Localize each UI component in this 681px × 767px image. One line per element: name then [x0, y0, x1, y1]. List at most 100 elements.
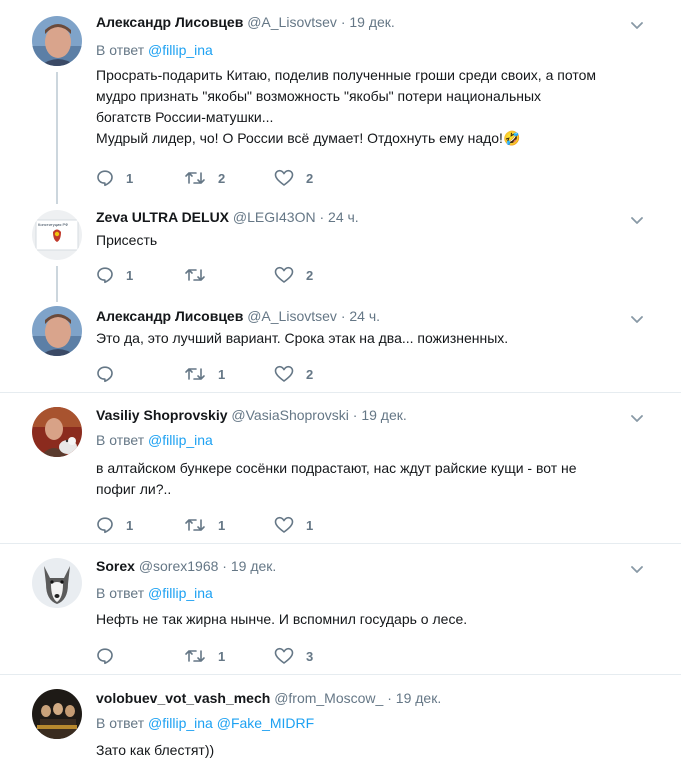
tweet-text: в алтайском бункере сосёнки подрастают, …: [96, 458, 656, 500]
retweet-count: 1: [218, 366, 226, 382]
retweet-icon: [185, 519, 205, 531]
tweet-text-line: Просрать-подарить Китаю, поделив получен…: [96, 67, 596, 83]
tweet-text-line: пофиг ли?..: [96, 481, 172, 497]
reply-count: 1: [126, 517, 134, 533]
reply-context: В ответ @fillip_ina: [96, 431, 213, 449]
like-button[interactable]: 3: [274, 647, 316, 665]
like-button[interactable]: 1: [274, 516, 316, 534]
retweet-icon: [185, 172, 205, 184]
heart-icon: [274, 169, 294, 186]
mention-link[interactable]: @Fake_MIDRF: [217, 715, 314, 731]
timestamp[interactable]: 19 дек.: [396, 690, 441, 706]
reply-context: В ответ @fillip_ina: [96, 584, 213, 602]
avatar[interactable]: [32, 558, 82, 608]
tweet-text: Присесть: [96, 230, 656, 251]
reply-prefix: В ответ: [96, 432, 145, 448]
display-name[interactable]: volobuev_vot_vash_mech: [96, 690, 270, 706]
reply-icon: [97, 517, 113, 534]
user-handle[interactable]: @VasiaShoprovski: [231, 407, 348, 423]
timestamp[interactable]: 19 дек.: [349, 14, 394, 30]
timestamp[interactable]: 24 ч.: [349, 308, 380, 324]
tweet[interactable]: Vasiliy Shoprovskiy @VasiaShoprovski · 1…: [0, 393, 681, 543]
chevron-down-icon[interactable]: [629, 212, 645, 228]
tweet[interactable]: Sorex @sorex1968 · 19 дек. В ответ @fill…: [0, 544, 681, 674]
tweet-text-line: богатств России-матушки...: [96, 109, 274, 125]
retweet-button[interactable]: 1: [184, 516, 228, 534]
timestamp[interactable]: 19 дек.: [231, 558, 276, 574]
avatar[interactable]: [32, 306, 82, 356]
tweet-text: Просрать-подарить Китаю, поделив получен…: [96, 65, 656, 149]
display-name[interactable]: Александр Лисовцев: [96, 308, 243, 324]
user-handle[interactable]: @LEGI43ON: [233, 209, 316, 225]
like-button[interactable]: 2: [274, 169, 316, 187]
avatar[interactable]: [32, 689, 82, 739]
retweet-count: 1: [218, 517, 226, 533]
like-count: 2: [306, 267, 314, 283]
tweet[interactable]: volobuev_vot_vash_mech @from_Moscow_ · 1…: [0, 675, 681, 767]
retweet-button[interactable]: 1: [184, 365, 228, 383]
tweet-text: Это да, это лучший вариант. Срока этак н…: [96, 328, 656, 349]
retweet-button[interactable]: 2: [184, 169, 228, 187]
separator-dot: ·: [340, 14, 346, 30]
tweet-text: Нефть не так жирна нынче. И вспомнил гос…: [96, 609, 656, 630]
tweet[interactable]: Конституция РФ Zeva ULTRA DELUX @LEGI43O…: [0, 200, 681, 296]
avatar[interactable]: Конституция РФ: [32, 210, 82, 260]
reply-button[interactable]: 1: [96, 266, 136, 284]
tweet[interactable]: Александр Лисовцев @A_Lisovtsev · 19 дек…: [0, 0, 681, 200]
tweet-text-line: мудро признать "якобы" возможность "якоб…: [96, 88, 542, 104]
display-name[interactable]: Vasiliy Shoprovskiy: [96, 407, 228, 423]
timestamp[interactable]: 19 дек.: [361, 407, 406, 423]
reply-button[interactable]: 1: [96, 169, 136, 187]
reply-button[interactable]: [96, 647, 136, 665]
chevron-down-icon[interactable]: [629, 561, 645, 577]
reply-prefix: В ответ: [96, 715, 145, 731]
display-name[interactable]: Sorex: [96, 558, 135, 574]
heart-icon: [274, 647, 294, 664]
tweet-text: Зато как блестят)): [96, 740, 656, 761]
reply-count: 1: [126, 170, 134, 186]
display-name[interactable]: Zeva ULTRA DELUX: [96, 209, 229, 225]
mention-link[interactable]: @fillip_ina: [148, 585, 213, 601]
mention-link[interactable]: @fillip_ina: [148, 715, 213, 731]
reply-button[interactable]: 1: [96, 516, 136, 534]
retweet-count: 1: [218, 648, 226, 664]
like-count: 1: [306, 517, 314, 533]
reply-icon: [97, 170, 113, 187]
tweet-text-line: в алтайском бункере сосёнки подрастают, …: [96, 460, 577, 476]
mention-link[interactable]: @fillip_ina: [148, 42, 213, 58]
separator-dot: ·: [352, 407, 358, 423]
separator-dot: ·: [387, 690, 392, 706]
avatar[interactable]: [32, 16, 82, 66]
retweet-button[interactable]: [184, 266, 228, 284]
display-name[interactable]: Александр Лисовцев: [96, 14, 243, 30]
retweet-icon: [185, 269, 205, 281]
retweet-button[interactable]: 1: [184, 647, 228, 665]
retweet-count: 2: [218, 170, 226, 186]
chevron-down-icon[interactable]: [629, 410, 645, 426]
reply-context: В ответ @fillip_ina @Fake_MIDRF: [96, 714, 314, 732]
chevron-down-icon[interactable]: [629, 311, 645, 327]
tweet-text-line: Зато как блестят)): [96, 742, 215, 758]
tweet-text-line: Присесть: [96, 232, 158, 248]
reply-prefix: В ответ: [96, 585, 145, 601]
chevron-down-icon[interactable]: [629, 17, 645, 33]
like-button[interactable]: 2: [274, 266, 316, 284]
timestamp[interactable]: 24 ч.: [328, 209, 359, 225]
reply-context: В ответ @fillip_ina: [96, 41, 213, 59]
like-count: 2: [306, 366, 314, 382]
tweet-text-line: Это да, это лучший вариант. Срока этак н…: [96, 330, 509, 346]
reply-icon: [97, 267, 113, 284]
reply-icon: [97, 366, 113, 383]
tweet-text-line: Мудрый лидер, чо! О России всё думает! О…: [96, 130, 521, 146]
user-handle[interactable]: @sorex1968: [139, 558, 219, 574]
like-button[interactable]: 2: [274, 365, 316, 383]
user-handle[interactable]: @from_Moscow_: [274, 690, 383, 706]
avatar-badge-text: Конституция РФ: [38, 222, 69, 227]
user-handle[interactable]: @A_Lisovtsev: [247, 308, 337, 324]
avatar[interactable]: [32, 407, 82, 457]
tweet[interactable]: Александр Лисовцев @A_Lisovtsev · 24 ч. …: [0, 296, 681, 392]
reply-button[interactable]: [96, 365, 136, 383]
user-handle[interactable]: @A_Lisovtsev: [247, 14, 337, 30]
reply-prefix: В ответ: [96, 42, 145, 58]
mention-link[interactable]: @fillip_ina: [148, 432, 213, 448]
